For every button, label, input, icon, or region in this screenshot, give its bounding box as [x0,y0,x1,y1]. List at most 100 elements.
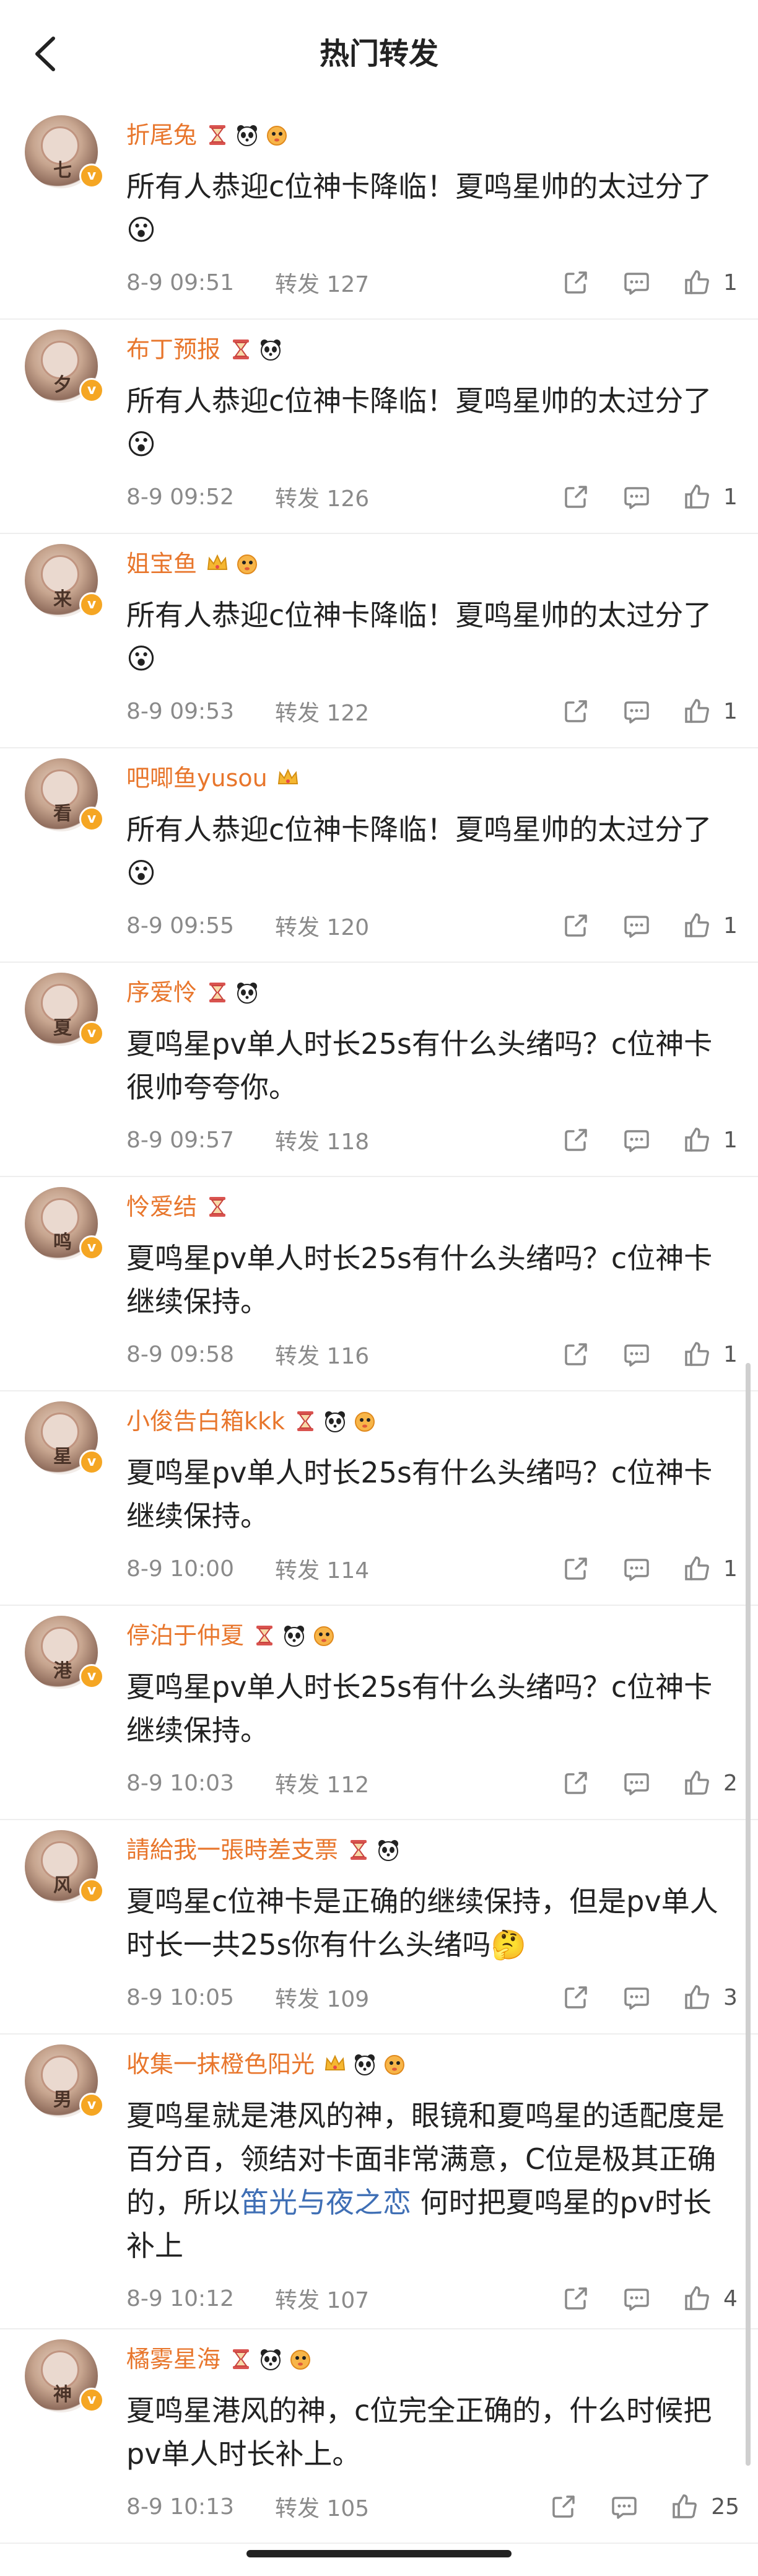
action-bar: 2 [561,1764,739,1802]
comment-button[interactable] [622,1982,651,2012]
share-icon [549,2492,578,2521]
avatar[interactable]: 星 v [25,1401,104,1474]
timestamp: 8-9 10:13 [126,2494,234,2520]
username[interactable]: 收集一抹橙色阳光 [126,2044,315,2084]
post-text: 所有人恭迎c位神卡降临！夏鸣星帅的太过分了😮 [126,170,712,247]
comment-button[interactable] [622,911,651,940]
forward-item[interactable]: 来 v 姐宝鱼 所有人恭迎c位神卡降临！夏鸣星帅的太过分了😮 8-9 09:53… [0,534,758,748]
like-button[interactable]: 3 [682,1982,739,2012]
pufferfish-badge-icon [289,2347,312,2371]
comment-icon [609,2492,639,2521]
avatar[interactable]: 来 v [25,544,104,617]
forward-item[interactable]: 七 v 折尾兔 所有人恭迎c位神卡降临！夏鸣星帅的太过分了😮 8-9 09:51… [0,105,758,320]
crown-badge-icon [276,766,300,790]
forward-count: 转发 114 [275,1558,370,1584]
avatar[interactable]: 夕 v [25,330,104,403]
share-button[interactable] [549,2492,578,2521]
comment-button[interactable] [622,268,651,297]
like-button[interactable]: 1 [682,1125,739,1155]
home-indicator [246,2550,512,2557]
avatar[interactable]: 七 v [25,115,104,188]
username[interactable]: 吧唧鱼yusou [126,758,268,798]
share-button[interactable] [561,2284,591,2313]
like-button[interactable]: 25 [670,2492,739,2521]
timestamp: 8-9 10:03 [126,1770,234,1796]
share-button[interactable] [561,1339,591,1369]
user-row: 序爱怜 [126,973,259,1012]
share-button[interactable] [561,911,591,940]
panda-badge-icon [282,1624,306,1647]
share-icon [561,696,591,726]
forward-item[interactable]: 风 v 請給我一張時差支票 夏鸣星c位神卡是正确的继续保持，但是pv单人时长一共… [0,1820,758,2035]
post-meta: 8-9 10:03 转发 112 2 [126,1764,739,1802]
username[interactable]: 小俊告白箱kkk [126,1401,285,1441]
avatar[interactable]: 风 v [25,1830,104,1903]
like-button[interactable]: 1 [682,696,739,726]
share-button[interactable] [561,696,591,726]
hourglass-badge-icon [294,1409,317,1433]
post-text: 夏鸣星pv单人时长25s有什么头绪吗？c位神卡继续保持。 [126,1670,713,1747]
share-button[interactable] [561,1982,591,2012]
comment-button[interactable] [622,482,651,512]
comment-button[interactable] [609,2492,639,2521]
scrollbar[interactable] [746,1363,751,2466]
like-button[interactable]: 1 [682,482,739,512]
avatar-char: 港 [53,1660,72,1682]
like-button[interactable]: 1 [682,1554,739,1584]
timestamp: 8-9 09:53 [126,698,234,724]
comment-button[interactable] [622,1339,651,1369]
share-button[interactable] [561,1125,591,1155]
comment-button[interactable] [622,1554,651,1584]
avatar[interactable]: 看 v [25,758,104,831]
forward-item[interactable]: 星 v 小俊告白箱kkk 夏鸣星pv单人时长25s有什么头绪吗？c位神卡继续保持… [0,1391,758,1606]
comment-button[interactable] [622,696,651,726]
like-button[interactable]: 2 [682,1768,739,1798]
share-button[interactable] [561,1554,591,1584]
panda-badge-icon [235,981,259,1004]
username[interactable]: 姐宝鱼 [126,544,197,584]
forward-item[interactable]: 鸣 v 怜爱结 夏鸣星pv单人时长25s有什么头绪吗？c位神卡继续保持。 8-9… [0,1177,758,1391]
forward-item[interactable]: 夏 v 序爱怜 夏鸣星pv单人时长25s有什么头绪吗？c位神卡很帅夸夸你。 8-… [0,963,758,1177]
avatar[interactable]: 鸣 v [25,1187,104,1260]
avatar[interactable]: 男 v [25,2044,104,2118]
avatar[interactable]: 夏 v [25,973,104,1046]
like-button[interactable]: 1 [682,911,739,940]
avatar[interactable]: 神 v [25,2339,104,2412]
username[interactable]: 布丁预报 [126,330,220,369]
avatar-char: 夕 [53,374,72,396]
avatar-char: 神 [53,2384,72,2406]
post-meta: 8-9 09:57 转发 118 1 [126,1121,739,1159]
topic-link[interactable]: 笛光与夜之恋 [240,2186,411,2219]
like-button[interactable]: 1 [682,1339,739,1369]
user-badges [229,338,282,361]
thumbs-up-icon [682,696,712,726]
share-button[interactable] [561,482,591,512]
forward-item[interactable]: 港 v 停泊于仲夏 夏鸣星pv单人时长25s有什么头绪吗？c位神卡继续保持。 8… [0,1606,758,1820]
forward-item[interactable]: 男 v 收集一抹橙色阳光 夏鸣星就是港风的神，眼镜和夏鸣星的适配度是百分百，领结… [0,2035,758,2329]
comment-button[interactable] [622,2284,651,2313]
share-button[interactable] [561,1768,591,1798]
username[interactable]: 怜爱结 [126,1187,197,1227]
post-content: 所有人恭迎c位神卡降临！夏鸣星帅的太过分了😮 [126,594,733,680]
comment-icon [622,268,651,297]
user-badges [323,2052,406,2076]
username[interactable]: 停泊于仲夏 [126,1616,244,1655]
forward-item[interactable]: 看 v 吧唧鱼yusou 所有人恭迎c位神卡降临！夏鸣星帅的太过分了😮 8-9 … [0,748,758,963]
comment-button[interactable] [622,1768,651,1798]
forward-item[interactable]: 夕 v 布丁预报 所有人恭迎c位神卡降临！夏鸣星帅的太过分了😮 8-9 09:5… [0,320,758,534]
user-badges [206,981,259,1004]
verified-icon: v [79,1021,104,1046]
like-button[interactable]: 1 [682,268,739,297]
timestamp: 8-9 09:52 [126,484,234,510]
avatar[interactable]: 港 v [25,1616,104,1689]
forward-list: 七 v 折尾兔 所有人恭迎c位神卡降临！夏鸣星帅的太过分了😮 8-9 09:51… [0,105,758,2544]
comment-button[interactable] [622,1125,651,1155]
share-button[interactable] [561,268,591,297]
username[interactable]: 橘雾星海 [126,2339,220,2379]
forward-item[interactable]: 神 v 橘雾星海 夏鸣星港风的神，c位完全正确的，什么时候把pv单人时长补上。 … [0,2329,758,2544]
like-button[interactable]: 4 [682,2284,739,2313]
username[interactable]: 請給我一張時差支票 [126,1830,338,1870]
post-content: 所有人恭迎c位神卡降临！夏鸣星帅的太过分了😮 [126,808,733,895]
username[interactable]: 序爱怜 [126,973,197,1012]
username[interactable]: 折尾兔 [126,115,197,155]
